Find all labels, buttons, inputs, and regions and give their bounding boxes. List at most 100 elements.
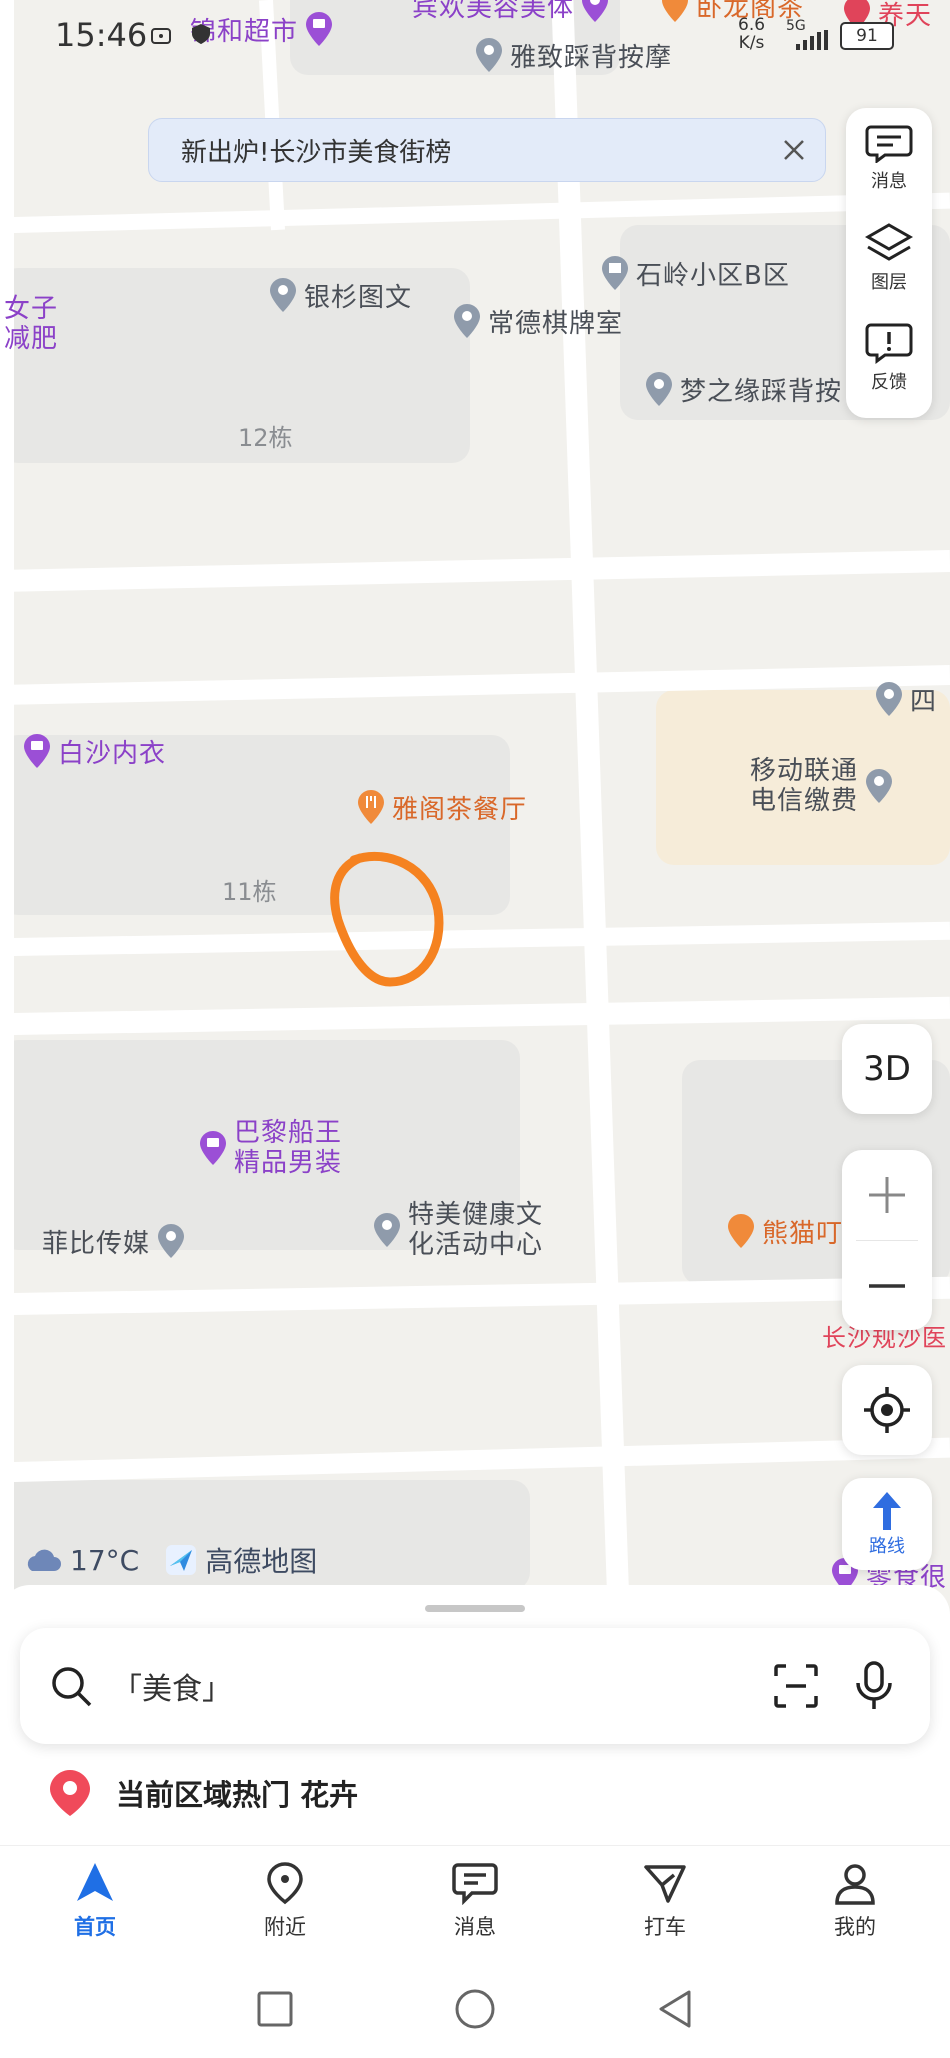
recent-apps-button[interactable] — [250, 1984, 300, 2034]
tab-messages[interactable]: 消息 — [380, 1846, 570, 1956]
building-label-11: 11栋 — [222, 878, 277, 906]
poi-mobile-telecom-label: 移动联通 电信缴费 — [750, 756, 859, 816]
system-nav-bar — [0, 1960, 950, 2058]
location-pin-icon — [646, 372, 672, 406]
scan-button[interactable] — [772, 1662, 820, 1710]
cloud-icon — [27, 1549, 61, 1571]
restaurant-pin-icon — [358, 790, 384, 824]
poi-mengzhiyuan-massage[interactable]: 梦之缘踩背按 — [644, 370, 842, 408]
poi-temei-center[interactable]: 特美健康文 化活动中心 — [372, 1200, 543, 1260]
voice-button[interactable] — [854, 1661, 894, 1711]
road — [0, 996, 950, 1036]
locate-me-button[interactable] — [842, 1365, 932, 1455]
feedback-icon — [865, 323, 913, 364]
tab-home[interactable]: 首页 — [0, 1846, 190, 1956]
back-button[interactable] — [650, 1984, 700, 2034]
annotation-circle — [330, 851, 444, 987]
poi-mobile-telecom[interactable]: 移动联通 电信缴费 — [750, 756, 894, 816]
weather-widget[interactable]: 17°C 高德地图 — [22, 1540, 317, 1580]
road — [0, 550, 950, 592]
poi-bali-menswear[interactable]: 巴黎船王 精品男装 — [198, 1118, 342, 1178]
road — [0, 0, 14, 1640]
status-bar: 15:46 6.6 K/s 5G 91 — [0, 0, 950, 70]
minus-icon — [869, 1284, 905, 1288]
poi-feibi-media[interactable]: 菲比传媒 — [42, 1222, 186, 1260]
sheet-drag-handle[interactable] — [425, 1605, 525, 1612]
poi-bali-label: 巴黎船王 精品男装 — [234, 1118, 343, 1178]
layers-button[interactable]: 图层 — [846, 208, 932, 308]
road — [0, 1276, 950, 1316]
poi-si[interactable]: 四 — [874, 680, 937, 718]
tv-icon — [151, 28, 171, 44]
tab-taxi[interactable]: 打车 — [570, 1846, 760, 1956]
road — [551, 0, 631, 1640]
location-pin-icon — [876, 682, 902, 716]
zoom-out-button[interactable] — [842, 1241, 932, 1331]
temperature: 17°C — [70, 1543, 140, 1577]
promo-banner[interactable]: 新出炉!长沙市美食街榜 — [148, 118, 826, 182]
user-icon — [835, 1864, 875, 1905]
poi-changde-chess[interactable]: 常德棋牌室 — [452, 302, 623, 340]
plus-icon — [869, 1177, 905, 1213]
bottom-tab-bar: 首页 附近 消息 打车 我的 — [0, 1845, 950, 1956]
close-icon[interactable] — [763, 119, 825, 181]
poi-shiling-community[interactable]: 石岭小区B区 — [600, 254, 790, 292]
hot-area-row[interactable]: 当前区域热门 花卉 — [48, 1768, 358, 1818]
back-triangle-icon — [659, 1990, 691, 2028]
location-pin-icon — [158, 1224, 185, 1258]
shop-pin-icon — [24, 734, 50, 768]
poi-temei-label: 特美健康文 化活动中心 — [408, 1200, 544, 1260]
square-icon — [257, 1991, 293, 2027]
net-speed: 6.6 K/s — [738, 15, 766, 53]
navigation-arrow-icon — [77, 1863, 113, 1901]
search-input[interactable]: 「美食」 — [112, 1664, 772, 1708]
location-pin-icon — [270, 278, 296, 312]
food-pin-icon — [728, 1214, 754, 1248]
scan-icon — [774, 1664, 818, 1708]
search-bar[interactable]: 「美食」 — [20, 1628, 930, 1744]
map-canvas[interactable]: 12栋 11栋 锦和超市 宾欢美容美体 卧龙阁茶 养天 雅致踩背按摩 银杉图文 … — [0, 0, 950, 1640]
road — [0, 1437, 950, 1483]
amap-logo-icon — [166, 1545, 197, 1575]
feedback-button[interactable]: 反馈 — [846, 308, 932, 408]
building-label-12: 12栋 — [238, 424, 293, 452]
layers-icon — [865, 223, 913, 261]
message-icon — [865, 125, 913, 163]
location-pin-icon — [454, 304, 480, 338]
shield-icon — [192, 24, 210, 44]
messages-button[interactable]: 消息 — [846, 108, 932, 208]
message-icon — [452, 1863, 498, 1905]
hot-area-text: 当前区域热门 花卉 — [116, 1778, 359, 1812]
zoom-in-button[interactable] — [842, 1150, 932, 1240]
community-pin-icon — [602, 256, 628, 290]
search-icon — [52, 1667, 92, 1707]
circle-icon — [455, 1989, 495, 2029]
poi-nvzi-jianfei[interactable]: 女子 减肥 — [4, 294, 58, 354]
location-pin-icon — [866, 769, 893, 803]
microphone-icon — [856, 1661, 892, 1709]
amap-brand: 高德地图 — [165, 1540, 317, 1580]
crosshair-icon — [864, 1387, 910, 1433]
battery-indicator: 91 — [840, 22, 894, 50]
home-button[interactable] — [450, 1984, 500, 2034]
tab-profile[interactable]: 我的 — [760, 1846, 950, 1956]
promo-banner-text: 新出炉!长沙市美食街榜 — [181, 137, 452, 168]
location-pin-icon — [374, 1213, 400, 1247]
map-side-panel: 消息 图层 反馈 — [846, 108, 932, 418]
3d-toggle-button[interactable]: 3D — [842, 1024, 932, 1114]
poi-yinshan-print[interactable]: 银杉图文 — [268, 276, 412, 314]
poi-baisha-underwear[interactable]: 白沙内衣 — [22, 732, 166, 770]
route-button[interactable]: 路线 — [842, 1478, 932, 1570]
route-arrow-icon — [873, 1492, 901, 1530]
tab-nearby[interactable]: 附近 — [190, 1846, 380, 1956]
poi-xiongmao[interactable]: 熊猫叮 — [726, 1212, 843, 1250]
location-pin-icon — [267, 1862, 303, 1905]
road — [0, 921, 950, 957]
status-time: 15:46 — [55, 16, 148, 54]
zoom-control — [842, 1150, 932, 1330]
poi-yage-restaurant[interactable]: 雅阁茶餐厅 — [356, 788, 527, 826]
signal-icon — [796, 30, 828, 50]
taxi-icon — [644, 1865, 686, 1903]
location-pin-icon — [50, 1770, 90, 1816]
shop-pin-icon — [200, 1131, 226, 1165]
